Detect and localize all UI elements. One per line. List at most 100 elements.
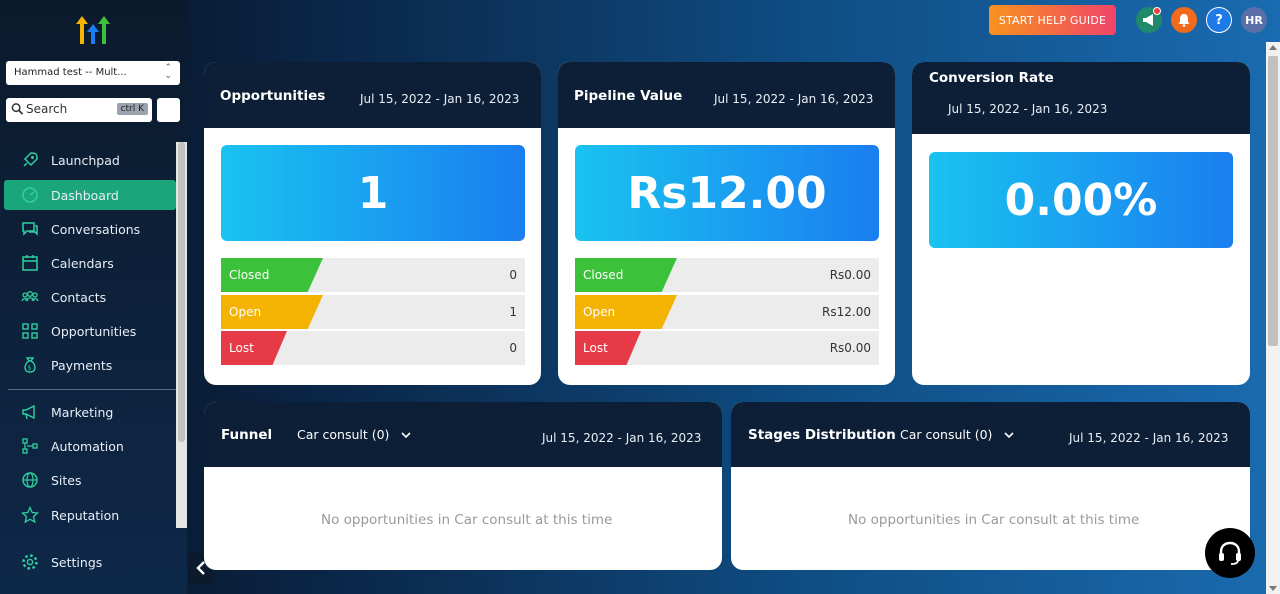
stat-row-closed: Closed 0 [221, 258, 525, 292]
stages-distribution-card: Stages Distribution Car consult (0) Jul … [731, 402, 1250, 570]
star-icon [20, 505, 40, 525]
card-title: Pipeline Value [574, 88, 683, 104]
announcements-button[interactable] [1136, 7, 1162, 33]
opportunities-total: 1 [221, 145, 525, 241]
chevron-down-icon [1004, 432, 1014, 439]
status-badge: Lost [221, 331, 287, 365]
stat-row-open: Open 1 [221, 295, 525, 329]
automation-icon [20, 436, 40, 456]
stat-value: 0 [509, 268, 517, 282]
bell-icon [1178, 14, 1190, 27]
sidebar-item-label: Launchpad [51, 152, 120, 168]
scroll-down-icon[interactable] [1269, 586, 1277, 591]
sidebar-item-settings[interactable]: Settings [4, 547, 176, 577]
stat-value: Rs0.00 [829, 268, 871, 282]
sidebar-item-label: Payments [51, 357, 113, 373]
megaphone-icon [1143, 14, 1153, 26]
conversion-rate-value: 0.00% [929, 152, 1233, 248]
card-title: Conversion Rate [929, 70, 1054, 86]
stat-row-lost: Lost 0 [221, 331, 525, 365]
calendar-icon [20, 253, 40, 273]
headset-icon [1219, 541, 1241, 565]
sidebar-item-calendars[interactable]: Calendars [4, 248, 176, 278]
start-help-guide-button[interactable]: START HELP GUIDE [989, 5, 1116, 35]
pipeline-select[interactable]: Car consult (0) [297, 427, 411, 442]
sidebar-item-sites[interactable]: Sites [4, 465, 176, 495]
search-input[interactable]: Search ctrl K [6, 98, 152, 122]
date-range[interactable]: Jul 15, 2022 - Jan 16, 2023 [948, 102, 1107, 116]
sidebar-item-launchpad[interactable]: Launchpad [4, 145, 176, 175]
pipeline-select-value: Car consult (0) [900, 427, 993, 442]
card-title: Stages Distribution [748, 427, 896, 443]
date-range[interactable]: Jul 15, 2022 - Jan 16, 2023 [1069, 431, 1228, 445]
sidebar-item-automation[interactable]: Automation [4, 431, 176, 461]
account-switcher[interactable]: Hammad test -- Mult... ⌃ ⌄ [6, 61, 180, 85]
card-header: Conversion Rate Jul 15, 2022 - Jan 16, 2… [912, 62, 1250, 134]
funnel-card: Funnel Car consult (0) Jul 15, 2022 - Ja… [204, 402, 722, 570]
conversion-rate-card: Conversion Rate Jul 15, 2022 - Jan 16, 2… [912, 62, 1250, 385]
search-placeholder: Search [26, 102, 68, 116]
date-range[interactable]: Jul 15, 2022 - Jan 16, 2023 [714, 92, 873, 106]
notifications-button[interactable] [1171, 7, 1197, 33]
empty-state-message: No opportunities in Car consult at this … [848, 512, 1140, 528]
sidebar-item-payments[interactable]: $ Payments [4, 350, 176, 380]
chevron-updown-icon: ⌃ ⌄ [164, 63, 172, 81]
money-bag-icon: $ [20, 355, 40, 375]
sidebar: Hammad test -- Mult... ⌃ ⌄ Search ctrl K … [0, 0, 187, 594]
card-header: Opportunities Jul 15, 2022 - Jan 16, 202… [204, 62, 541, 128]
sidebar-item-dashboard[interactable]: Dashboard [4, 180, 176, 210]
app-logo-icon[interactable] [76, 14, 110, 46]
sidebar-item-label: Calendars [51, 255, 114, 271]
status-badge: Open [575, 295, 677, 329]
sidebar-item-label: Contacts [51, 289, 107, 305]
status-badge: Lost [575, 331, 641, 365]
search-shortcut-badge: ctrl K [116, 103, 148, 115]
stat-row-lost: Lost Rs0.00 [575, 331, 879, 365]
chat-icon [20, 219, 40, 239]
sidebar-scrollbar-thumb[interactable] [178, 142, 185, 442]
sidebar-item-label: Reputation [51, 507, 120, 523]
status-badge: Open [221, 295, 323, 329]
sidebar-item-marketing[interactable]: Marketing [4, 397, 176, 427]
page-scrollbar[interactable] [1266, 42, 1280, 594]
support-chat-button[interactable] [1205, 528, 1255, 578]
sidebar-item-opportunities[interactable]: Opportunities [4, 316, 176, 346]
scroll-up-icon[interactable] [1269, 45, 1277, 50]
globe-icon [20, 470, 40, 490]
sidebar-item-label: Opportunities [51, 323, 137, 339]
sidebar-item-label: Sites [51, 472, 82, 488]
chevron-down-icon [401, 432, 411, 439]
card-header: Funnel Car consult (0) Jul 15, 2022 - Ja… [204, 402, 722, 467]
account-name: Hammad test -- Mult... [14, 67, 127, 78]
sidebar-item-label: Conversations [51, 221, 141, 237]
gear-icon [20, 552, 40, 572]
sidebar-item-conversations[interactable]: Conversations [4, 214, 176, 244]
status-badge: Closed [221, 258, 323, 292]
card-header: Pipeline Value Jul 15, 2022 - Jan 16, 20… [558, 62, 895, 128]
sidebar-divider [8, 389, 176, 390]
sidebar-item-reputation[interactable]: Reputation [4, 500, 176, 530]
sidebar-item-contacts[interactable]: Contacts [4, 282, 176, 312]
page-scrollbar-thumb[interactable] [1268, 56, 1278, 346]
status-badge: Closed [575, 258, 677, 292]
date-range[interactable]: Jul 15, 2022 - Jan 16, 2023 [360, 92, 519, 106]
stat-value: 1 [509, 305, 517, 319]
quick-action-button[interactable] [157, 98, 180, 122]
stat-value: Rs0.00 [829, 341, 871, 355]
rocket-icon [20, 150, 40, 170]
contacts-icon [20, 287, 40, 307]
sidebar-scrollbar[interactable] [176, 142, 187, 528]
search-icon [11, 103, 24, 115]
grid-icon [20, 321, 40, 341]
card-title: Opportunities [220, 88, 326, 104]
card-header: Stages Distribution Car consult (0) Jul … [731, 402, 1250, 467]
pipeline-select-value: Car consult (0) [297, 427, 390, 442]
sidebar-item-label: Marketing [51, 404, 114, 420]
stat-value: Rs12.00 [822, 305, 871, 319]
user-avatar[interactable]: HR [1241, 7, 1267, 33]
help-button[interactable]: ? [1206, 7, 1232, 33]
pipeline-select[interactable]: Car consult (0) [900, 427, 1014, 442]
sidebar-item-label: Dashboard [51, 187, 119, 203]
stat-row-open: Open Rs12.00 [575, 295, 879, 329]
date-range[interactable]: Jul 15, 2022 - Jan 16, 2023 [542, 431, 701, 445]
